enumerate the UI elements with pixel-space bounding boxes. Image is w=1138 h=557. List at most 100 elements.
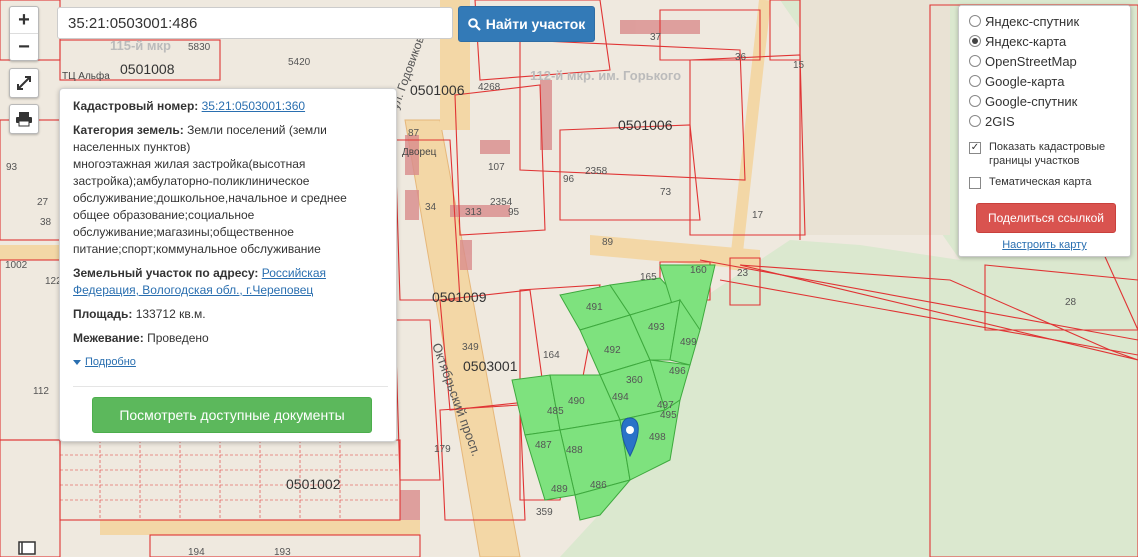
parcel-number-label: 15 (793, 60, 805, 71)
parcel-number-label: 165 (640, 272, 657, 283)
permitted-use-value: многоэтажная жилая застройка(высотная за… (73, 157, 347, 256)
basemap-option[interactable]: 2GIS (969, 111, 1120, 131)
cadastral-number-label: Кадастровый номер: (73, 99, 199, 113)
quarter-number-label: 0501009 (432, 289, 487, 305)
cadastral-number-row: Кадастровый номер: 35:21:0503001:360 (73, 98, 383, 115)
area-value: 133712 кв.м. (135, 307, 206, 321)
road-west (0, 245, 60, 260)
parcel-number-label: 360 (626, 375, 643, 386)
parcel-number-label: 313 (465, 207, 482, 218)
address-row: Земельный участок по адресу: Российская … (73, 265, 383, 299)
basemap-radio[interactable] (969, 35, 981, 47)
parcel-number-label: 2358 (585, 166, 608, 177)
district-label: 112-й мкр. им. Горького (530, 68, 681, 83)
find-parcel-button[interactable]: Найти участок (458, 6, 595, 42)
parcel-number-label: 95 (508, 207, 520, 218)
search-icon (467, 17, 481, 31)
basemap-option-label: Google-спутник (985, 93, 1078, 109)
district-label: 115-й мкр (110, 38, 171, 53)
caret-down-icon (73, 360, 81, 365)
parcel-number-label: 493 (648, 322, 665, 333)
land-category-row: Категория земель: Земли поселений (земли… (73, 122, 383, 258)
parcel-info-panel: Кадастровый номер: 35:21:0503001:360 Кат… (59, 88, 397, 442)
thematic-map-option[interactable]: Тематическая карта (969, 175, 1120, 189)
basemap-radio[interactable] (969, 15, 981, 27)
basemap-option[interactable]: Яндекс-спутник (969, 11, 1120, 31)
parcel-number-label: 491 (586, 302, 603, 313)
quarter-number-label: 0503001 (463, 358, 518, 374)
cadastral-search-input[interactable] (57, 7, 453, 39)
parcel-number-label: 23 (737, 268, 749, 279)
zoom-out-button[interactable]: − (10, 33, 38, 60)
map-layers-panel: Яндекс-спутник Яндекс-карта OpenStreetMap G… (958, 5, 1131, 257)
parcel-number-label: 27 (37, 197, 49, 208)
basemap-option-label: Яндекс-карта (985, 33, 1067, 49)
thematic-map-checkbox[interactable] (969, 177, 981, 189)
view-documents-button[interactable]: Посмотреть доступные документы (92, 397, 372, 433)
poi-label: ТЦ Альфа (62, 70, 110, 82)
expand-icon (17, 76, 31, 90)
road-south (100, 520, 420, 535)
parcel-number-label: 496 (669, 366, 686, 377)
basemap-radio[interactable] (969, 115, 981, 127)
parcel-number-label: 87 (408, 128, 420, 139)
poi-label: Дворец (402, 147, 437, 158)
parcel-number-label: 112 (33, 386, 49, 397)
parcel-number-label: 495 (660, 410, 677, 421)
basemap-option[interactable]: Google-карта (969, 71, 1120, 91)
ruler-icon[interactable] (18, 541, 36, 555)
basemap-option[interactable]: OpenStreetMap (969, 51, 1120, 71)
parcel-number-label: 96 (563, 174, 575, 185)
parcel-number-label: 194 (188, 547, 205, 557)
basemap-option[interactable]: Яндекс-карта (969, 31, 1120, 51)
parcel-number-label: 486 (590, 480, 607, 491)
show-boundaries-label: Показать кадастровые границы участков (989, 141, 1106, 167)
parcel-number-label: 36 (735, 52, 747, 63)
parcel-number-label: 485 (547, 406, 564, 417)
more-details-toggle[interactable]: Подробно (73, 354, 383, 371)
basemap-radio[interactable] (969, 95, 981, 107)
land-category-label: Категория земель: (73, 123, 184, 137)
parcel-number-label: 93 (6, 162, 18, 173)
basemap-option[interactable]: Google-спутник (969, 91, 1120, 111)
basemap-options: Яндекс-спутник Яндекс-карта OpenStreetMap G… (969, 11, 1120, 131)
parcel-number-label: 490 (568, 396, 585, 407)
parcel-number-label: 4268 (478, 82, 501, 93)
cadastral-number-link[interactable]: 35:21:0503001:360 (202, 99, 305, 113)
basemap-option-label: Яндекс-спутник (985, 13, 1080, 29)
survey-value: Проведено (147, 331, 209, 345)
more-details-link[interactable]: Подробно (85, 354, 136, 371)
parcel-number-label: 17 (752, 210, 764, 221)
parcel-number-label: 89 (602, 237, 614, 248)
parcel-number-label: 179 (434, 444, 451, 455)
show-boundaries-option[interactable]: ✓ Показать кадастровые границы участков (969, 140, 1120, 168)
printer-icon (16, 112, 32, 127)
parcel-number-label: 73 (660, 187, 672, 198)
basemap-option-label: 2GIS (985, 113, 1015, 129)
area-label: Площадь: (73, 307, 133, 321)
configure-map-link[interactable]: Настроить карту (969, 239, 1120, 251)
area-row: Площадь: 133712 кв.м. (73, 306, 383, 323)
parcel-number-label: 492 (604, 345, 621, 356)
fullscreen-button[interactable] (9, 68, 39, 98)
show-boundaries-checkbox[interactable]: ✓ (969, 142, 981, 154)
basemap-radio[interactable] (969, 55, 981, 67)
parcel-number-label: 37 (650, 32, 662, 43)
parcel-number-label: 498 (649, 432, 666, 443)
basemap-radio[interactable] (969, 75, 981, 87)
share-link-button[interactable]: Поделиться ссылкой (976, 203, 1116, 233)
parcel-number-label: 2354 (490, 197, 513, 208)
basemap-option-label: Google-карта (985, 73, 1065, 89)
survey-label: Межевание: (73, 331, 144, 345)
industrial-area-ne (800, 0, 950, 235)
print-button[interactable] (9, 104, 39, 134)
quarter-number-label: 0501006 (410, 82, 465, 98)
zoom-in-button[interactable]: + (10, 7, 38, 33)
parcel-number-label: 359 (536, 507, 553, 518)
parcel-number-label: 164 (543, 350, 560, 361)
parcel-number-label: 5830 (188, 42, 211, 53)
parcel-number-label: 349 (462, 342, 479, 353)
parcel-number-label: 193 (274, 547, 291, 557)
find-parcel-label: Найти участок (485, 16, 586, 32)
quarter-number-label: 0501008 (120, 61, 175, 77)
